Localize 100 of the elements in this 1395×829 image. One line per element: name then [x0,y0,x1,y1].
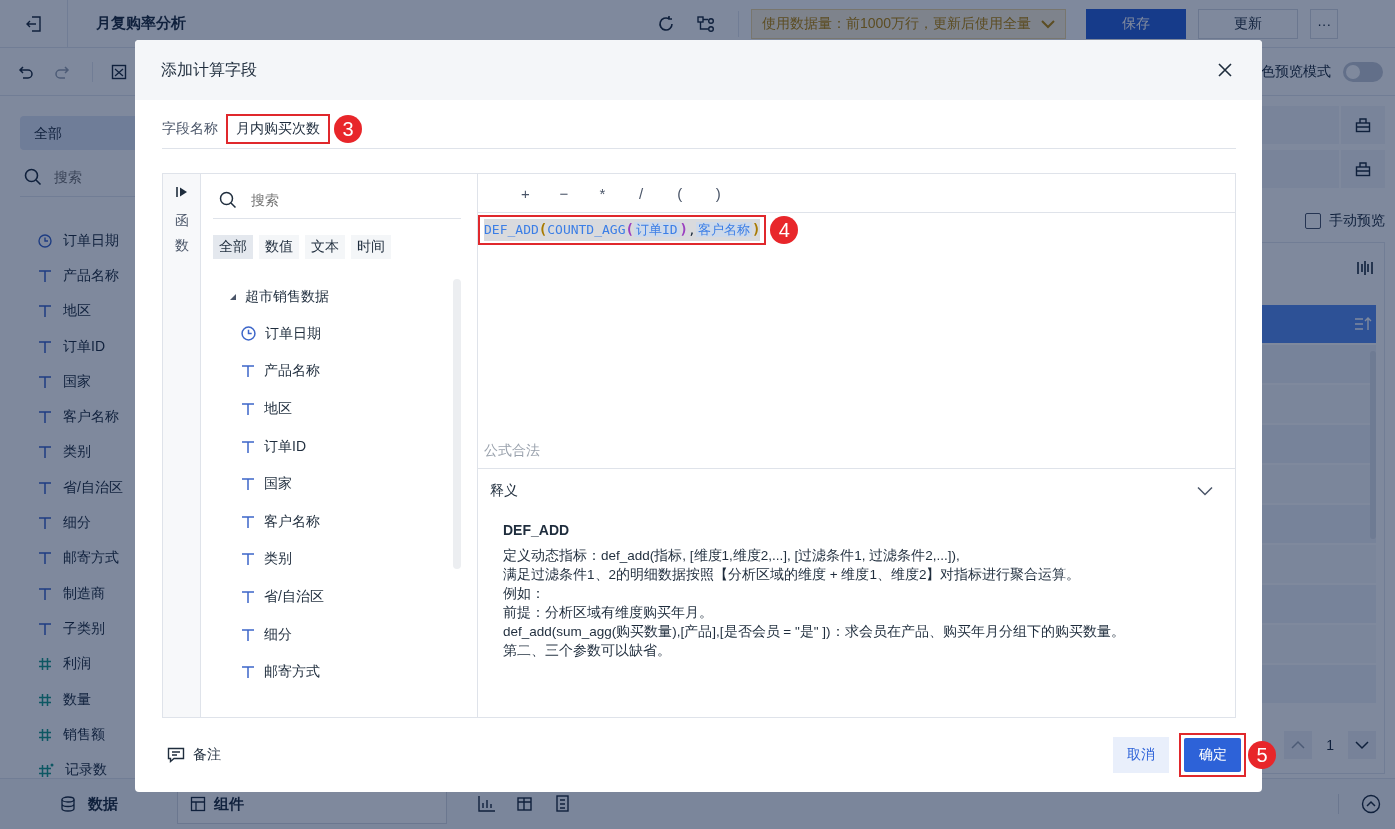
filter-tab[interactable]: 全部 [213,235,253,259]
operator-button[interactable]: − [544,184,584,202]
field-item[interactable]: 制造商 [63,584,105,603]
text-type-icon [38,551,52,566]
more-button[interactable]: ··· [1310,8,1339,39]
text-type-icon [241,402,255,416]
formula-bracket[interactable]: ) [679,221,689,237]
filter-tab[interactable]: 文本 [305,235,345,259]
checkbox[interactable] [1305,213,1321,229]
lock-icon [1355,161,1371,177]
operator-button[interactable]: ( [660,184,699,202]
chevron-down-icon [1041,18,1056,29]
formula-editor-highlight[interactable]: DEF_ADD(COUNTD_AGG(订单ID),客户名称) [478,215,767,245]
text-type-icon [38,410,52,425]
text-type-icon [38,480,52,495]
collapse-up-icon[interactable] [1361,794,1381,814]
operator-button[interactable]: * [583,184,622,202]
add-table-icon[interactable] [515,795,535,813]
close-icon[interactable] [1218,63,1232,77]
formula-function[interactable]: COUNTD_AGG [547,222,626,237]
bottom-tab[interactable]: 数据 [60,784,177,824]
field-item[interactable]: 订单日期 [265,324,321,343]
search-field[interactable]: 搜索 [249,191,403,209]
formula-function[interactable]: DEF_ADD [484,222,539,237]
frame-icon[interactable] [111,63,127,80]
search-field[interactable]: 搜索 [52,168,156,186]
field-item[interactable]: 客户名称 [264,512,320,531]
text-type-icon [241,514,255,529]
cancel-button[interactable]: 取消 [1113,737,1169,773]
field-item[interactable]: 省/自治区 [264,587,324,606]
field-item[interactable]: 邮寄方式 [264,663,320,682]
text-type-icon [38,445,52,460]
section-heading: 释义 [490,482,518,500]
field-item[interactable]: 利润 [63,655,91,674]
lock-button[interactable] [1341,150,1385,188]
field-item[interactable]: 销售额 [63,725,105,744]
operator-button[interactable]: + [506,184,545,202]
formula-bracket[interactable]: ( [625,221,634,237]
field-item[interactable]: 类别 [63,443,91,462]
field-item[interactable]: 类别 [264,550,292,569]
description-line: 前提：分析区域有维度购买年月。 [503,604,714,622]
clock-icon [38,233,52,248]
page-down-button[interactable] [1348,731,1376,759]
add-chart-icon[interactable] [477,795,497,813]
text-type-icon [241,552,255,567]
field-name-input[interactable]: 月内购买次数 [226,114,330,144]
field-item[interactable]: 数量 [63,690,91,709]
expand-triangle-icon[interactable] [229,293,237,301]
field-item[interactable]: 地区 [264,400,292,418]
field-item[interactable]: 客户名称 [63,408,119,427]
field-item[interactable]: 邮寄方式 [63,549,119,568]
formula-bracket[interactable]: ( [538,221,548,237]
text-type-icon [241,439,255,454]
lock-icon [1355,117,1371,133]
step-badge: 4 [770,216,799,244]
preview-mode-toggle[interactable] [1343,61,1383,82]
text-type-icon [38,516,52,530]
field-item[interactable]: 国家 [63,372,91,391]
operator-button[interactable]: / [621,184,661,202]
confirm-button[interactable]: 确定 [1184,738,1241,772]
preview-mode-label: 色预览模式 [1261,62,1331,81]
columns-icon[interactable] [1356,260,1374,276]
field-item[interactable]: 订单ID [264,437,306,456]
field-item[interactable]: 记录数 [65,761,107,780]
text-type-icon [38,621,52,636]
text-type-icon [241,627,255,642]
field-item[interactable]: 细分 [63,514,91,532]
field-item[interactable]: 国家 [264,475,292,494]
exit-icon[interactable] [24,14,43,33]
lock-button[interactable] [1341,106,1385,144]
functions-tab[interactable]: 函数 [163,174,201,717]
chevron-down-icon[interactable] [1197,486,1213,496]
field-item[interactable]: 地区 [63,302,91,321]
formula-bracket[interactable]: ) [751,221,761,237]
sort-icon[interactable] [1354,316,1372,332]
chevron-down-icon [1355,740,1369,750]
toolbar-button[interactable]: 更新 [1198,8,1299,39]
formula-field[interactable]: 客户名称 [695,222,752,237]
field-item[interactable]: 订单ID [63,337,105,356]
formula-field[interactable]: 订单ID [633,222,680,237]
field-item[interactable]: 省/自治区 [63,478,123,497]
flow-icon[interactable] [696,13,716,34]
description-line: 满足过滤条件1、2的明细数据按照【分析区域的维度 + 维度1、维度2】对指标进行聚合运算。 [503,566,1082,584]
field-item[interactable]: 子类别 [63,619,105,638]
formula-separator[interactable]: , [688,222,696,237]
note-label[interactable]: 备注 [193,746,221,764]
comment-icon[interactable] [167,747,185,763]
toolbar-button[interactable]: 保存 [1086,8,1187,39]
filter-tab[interactable]: 数值 [259,235,299,259]
field-item[interactable]: 订单日期 [63,231,119,250]
text-type-icon [241,665,255,680]
field-item[interactable]: 产品名称 [264,362,320,381]
text-type-icon [38,304,52,319]
field-item[interactable]: 产品名称 [63,266,119,285]
refresh-icon[interactable] [656,13,676,34]
filter-tab[interactable]: 时间 [351,235,391,259]
tab-label: 组件 [214,794,244,814]
tree-folder[interactable]: 超市销售数据 [245,288,329,306]
field-item[interactable]: 细分 [264,625,292,644]
operator-button[interactable]: ) [698,184,738,202]
